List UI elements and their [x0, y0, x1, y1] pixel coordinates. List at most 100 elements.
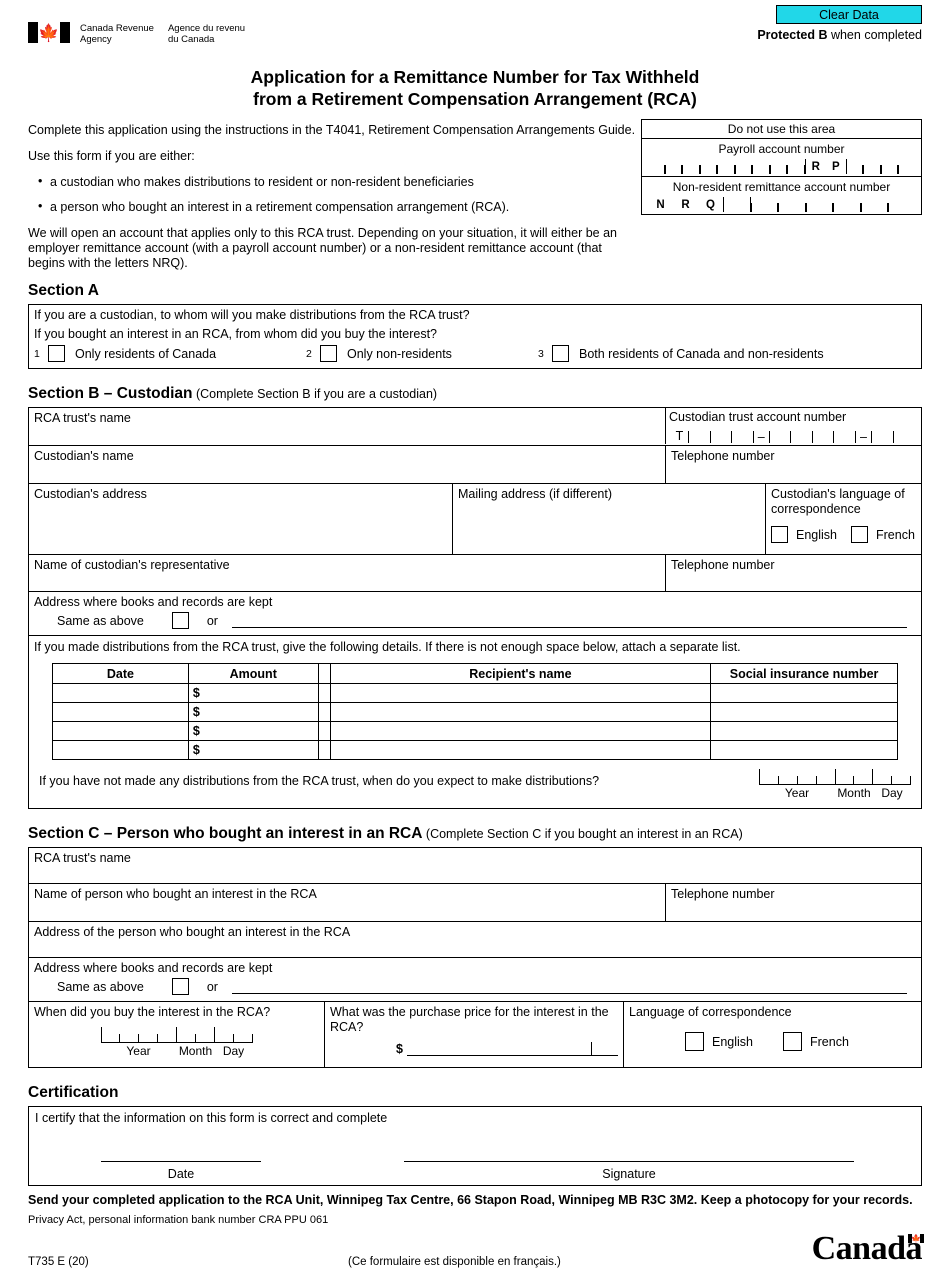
section-a-option-3[interactable]: 3 Both residents of Canada and non-resid…: [538, 345, 824, 362]
cell-amount[interactable]: [317, 740, 331, 760]
cell-amount[interactable]: [317, 683, 331, 703]
field-custodian-trust-account-number[interactable]: Custodian trust account number T – –: [666, 408, 921, 445]
option-3-number: 3: [538, 347, 544, 360]
cell-recipient-name[interactable]: [329, 740, 712, 760]
cell-recipient-name[interactable]: [329, 683, 712, 703]
cell-dollar-sign: $: [187, 702, 319, 722]
checkbox-language-french-c[interactable]: [783, 1032, 802, 1051]
checkbox-books-same-as-above-c[interactable]: [171, 978, 189, 995]
protected-b-suffix: when completed: [827, 28, 922, 42]
label-custodian-english: English: [796, 527, 837, 542]
cell-date[interactable]: [52, 683, 189, 703]
checkbox-only-residents-of-canada[interactable]: [48, 345, 65, 362]
table-row[interactable]: $: [52, 702, 898, 722]
purchase-date-input[interactable]: Year Month Day: [100, 1026, 253, 1058]
field-custodian-telephone[interactable]: Telephone number: [666, 446, 921, 483]
checkbox-both-residents-and-non-residents[interactable]: [552, 345, 569, 362]
expected-distribution-date-input[interactable]: Year Month Day: [759, 768, 911, 800]
field-buyer-name[interactable]: Name of person who bought an interest in…: [29, 884, 666, 921]
field-representative-telephone[interactable]: Telephone number: [666, 555, 921, 591]
cell-social-insurance-number[interactable]: [710, 740, 898, 760]
table-row[interactable]: $: [52, 721, 898, 741]
intro-bullet-2: a person who bought an interest in a ret…: [28, 199, 638, 215]
cra-logo: 🍁 Canada Revenue Agency Agence du revenu…: [28, 22, 245, 45]
trust-prefix-t: T: [675, 429, 684, 443]
signature-caption: Signature: [602, 1167, 656, 1181]
label-buyer-telephone: Telephone number: [671, 887, 775, 901]
input-books-address-c[interactable]: [231, 980, 907, 994]
cell-amount[interactable]: [317, 702, 331, 722]
label-purchase-price-line2: RCA?: [330, 1020, 364, 1034]
label-purchase-price-line1: What was the purchase price for the inte…: [330, 1005, 609, 1019]
send-instructions: Send your completed application to the R…: [28, 1193, 913, 1207]
label-english-c: English: [712, 1034, 753, 1049]
col-header-social-insurance-number: Social insurance number: [710, 663, 898, 684]
input-books-address-b[interactable]: [231, 614, 907, 628]
distributions-header-row: Date Amount Recipient's name Social insu…: [52, 663, 898, 684]
label-custodian-trust-account-number: Custodian trust account number: [669, 410, 847, 424]
date-signature-line[interactable]: [101, 1161, 261, 1162]
payroll-account-number-input[interactable]: R P: [642, 158, 921, 176]
protected-b-label: Protected B: [757, 28, 828, 42]
intro-paragraph-3: We will open an account that applies onl…: [28, 226, 617, 270]
payroll-account-block: Payroll account number R P: [642, 139, 921, 177]
field-buyer-telephone[interactable]: Telephone number: [666, 884, 921, 921]
expected-distributions-question: If you have not made any distributions f…: [39, 774, 600, 788]
table-row[interactable]: $: [52, 740, 898, 760]
label-books-records-c: Address where books and records are kept: [34, 961, 273, 975]
section-b-row-address: Custodian's address Mailing address (if …: [29, 484, 921, 555]
cell-dollar-sign: $: [187, 683, 319, 703]
section-a-question-2: If you bought an interest in an RCA, fro…: [34, 327, 437, 341]
field-custodian-name[interactable]: Custodian's name: [29, 446, 666, 483]
col-header-recipient-name: Recipient's name: [329, 663, 712, 684]
section-a-option-1[interactable]: 1 Only residents of Canada: [34, 345, 306, 362]
input-purchase-price[interactable]: [406, 1041, 618, 1056]
option-1-label: Only residents of Canada: [75, 346, 217, 361]
field-when-bought-interest[interactable]: When did you buy the interest in the RCA…: [29, 1002, 325, 1067]
option-1-number: 1: [34, 347, 40, 360]
nonresident-account-number-input[interactable]: N R Q: [642, 196, 921, 214]
section-b-distributions: If you made distributions from the RCA t…: [29, 636, 921, 808]
certification-box: I certify that the information on this f…: [28, 1106, 922, 1186]
cell-social-insurance-number[interactable]: [710, 721, 898, 741]
cell-date[interactable]: [52, 721, 189, 741]
payroll-rp-r: R: [811, 161, 820, 173]
date-label-day-b: Day: [881, 786, 903, 800]
field-rca-trust-name-c[interactable]: RCA trust's name: [29, 848, 921, 884]
signature-line[interactable]: [404, 1161, 854, 1162]
distributions-table: Date Amount Recipient's name Social insu…: [52, 663, 898, 760]
label-same-as-above-b: Same as above: [57, 613, 144, 628]
table-row[interactable]: $: [52, 683, 898, 703]
cell-date[interactable]: [52, 702, 189, 722]
cell-social-insurance-number[interactable]: [710, 683, 898, 703]
do-not-use-area: Do not use this area Payroll account num…: [641, 119, 922, 215]
do-not-use-caption: Do not use this area: [642, 120, 921, 139]
date-label-month-c: Month: [178, 1044, 213, 1058]
cell-social-insurance-number[interactable]: [710, 702, 898, 722]
checkbox-books-same-as-above-b[interactable]: [171, 612, 189, 629]
nrq-prefix: N R Q: [648, 197, 723, 212]
field-rca-trust-name[interactable]: RCA trust's name: [29, 408, 666, 444]
cell-amount[interactable]: [317, 721, 331, 741]
field-custodian-address[interactable]: Custodian's address: [29, 484, 453, 554]
distributions-intro: If you made distributions from the RCA t…: [34, 640, 741, 654]
cell-date[interactable]: [52, 740, 189, 760]
checkbox-language-english-c[interactable]: [685, 1032, 704, 1051]
language-options-c: English French: [685, 1032, 916, 1051]
field-representative-name[interactable]: Name of custodian's representative: [29, 555, 666, 591]
custodian-trust-account-ticks[interactable]: T – –: [669, 425, 918, 445]
section-a-option-2[interactable]: 2 Only non-residents: [306, 345, 538, 362]
intro-block: Complete this application using the inst…: [28, 123, 638, 271]
checkbox-custodian-language-french[interactable]: [851, 526, 868, 543]
cell-recipient-name[interactable]: [329, 721, 712, 741]
field-purchase-price[interactable]: What was the purchase price for the inte…: [325, 1002, 624, 1067]
clear-data-button[interactable]: Clear Data: [776, 5, 922, 24]
field-buyer-address[interactable]: Address of the person who bought an inte…: [29, 922, 921, 958]
section-c-box: RCA trust's name Name of person who boug…: [28, 847, 922, 1068]
page-footer: T735 E (20) (Ce formulaire est disponibl…: [28, 1230, 924, 1284]
checkbox-custodian-language-english[interactable]: [771, 526, 788, 543]
cell-recipient-name[interactable]: [329, 702, 712, 722]
checkbox-only-non-residents[interactable]: [320, 345, 337, 362]
label-rca-trust-name-c: RCA trust's name: [34, 851, 131, 865]
field-mailing-address[interactable]: Mailing address (if different): [453, 484, 766, 554]
